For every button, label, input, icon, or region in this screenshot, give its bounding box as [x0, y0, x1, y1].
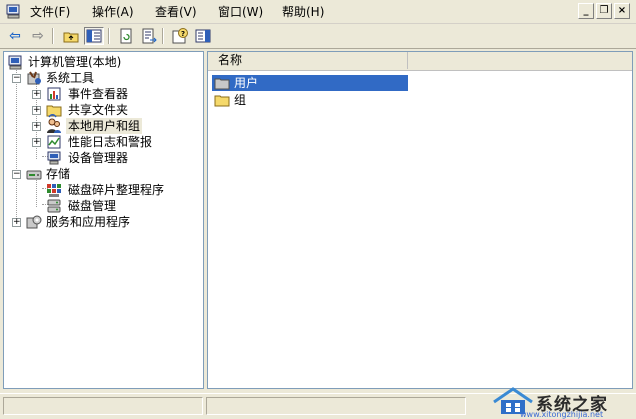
users-icon	[47, 118, 61, 133]
tree-label: 事件查看器	[68, 87, 129, 101]
tree-label: 共享文件夹	[68, 103, 129, 117]
restore-button[interactable]: ❐	[596, 3, 612, 19]
disk-defragmenter-icon	[47, 184, 61, 197]
help-icon: ?	[172, 28, 188, 44]
show-hide-action-pane-icon	[195, 29, 211, 43]
menu-file[interactable]: 文件(F)	[30, 4, 70, 20]
menu-action[interactable]: 操作(A)	[92, 4, 134, 20]
export-list-icon	[142, 28, 157, 44]
disk-management-icon	[47, 199, 61, 213]
storage-icon	[26, 170, 42, 180]
minimize-button[interactable]: _	[578, 3, 594, 19]
column-header-bar: 名称	[208, 52, 632, 71]
toolbar: ⇦ ⇨ ?	[0, 24, 636, 49]
computer-icon	[8, 55, 22, 70]
up-one-level-button[interactable]	[61, 27, 81, 45]
list-item-label: 组	[234, 93, 247, 107]
show-hide-tree-icon	[86, 29, 102, 43]
list-item-users[interactable]: 用户	[212, 75, 408, 91]
forward-arrow-icon: ⇨	[32, 28, 44, 44]
expand-icon[interactable]: +	[32, 90, 41, 99]
expand-icon[interactable]: +	[32, 138, 41, 147]
menu-help[interactable]: 帮助(H)	[282, 4, 324, 20]
computer-management-icon	[6, 4, 20, 19]
folder-icon	[214, 78, 230, 90]
tree-connector	[36, 180, 37, 207]
help-button[interactable]: ?	[170, 27, 190, 45]
list-item-label: 用户	[232, 75, 261, 91]
system-tools-icon	[27, 71, 41, 85]
tree-label: 磁盘碎片整理程序	[68, 183, 165, 197]
status-cell	[3, 397, 203, 415]
expand-icon[interactable]: +	[32, 106, 41, 115]
collapse-icon[interactable]: −	[12, 74, 21, 83]
tree-label: 服务和应用程序	[46, 215, 131, 229]
details-pane: 名称 用户 组	[207, 51, 633, 389]
expand-icon[interactable]: +	[32, 122, 41, 131]
tree-label: 计算机管理(本地)	[28, 55, 122, 69]
refresh-icon	[120, 28, 132, 44]
tree-label: 本地用户和组	[66, 118, 143, 134]
event-viewer-icon	[47, 87, 61, 101]
tree-label: 磁盘管理	[68, 199, 117, 213]
tree-label: 存储	[46, 167, 71, 181]
services-applications-icon	[26, 215, 42, 229]
toolbar-separator	[162, 28, 164, 44]
show-hide-action-pane-button[interactable]	[193, 27, 213, 45]
toolbar-separator	[108, 28, 110, 44]
performance-logs-icon	[47, 135, 61, 149]
watermark: 系统之家 www.xitongzhijia.net	[472, 386, 632, 419]
svg-text:?: ?	[181, 30, 185, 38]
console-tree[interactable]: 计算机管理(本地) − 系统工具 + 事件查看器 + 共享文件夹 + 本地用户和…	[3, 51, 204, 389]
menu-view[interactable]: 查看(V)	[155, 4, 197, 20]
export-list-button[interactable]	[139, 27, 159, 45]
tree-label: 系统工具	[46, 71, 95, 85]
back-button[interactable]: ⇦	[5, 27, 25, 45]
collapse-icon[interactable]: −	[12, 170, 21, 179]
status-cell	[206, 397, 466, 415]
menu-bar: 文件(F) 操作(A) 查看(V) 窗口(W) 帮助(H) _ ❐ ×	[0, 0, 636, 24]
expand-icon[interactable]: +	[12, 218, 21, 227]
tree-label: 性能日志和警报	[68, 135, 153, 149]
column-header-name[interactable]: 名称	[208, 52, 408, 69]
tree-label: 设备管理器	[68, 151, 129, 165]
up-one-level-icon	[63, 32, 79, 43]
tree-connector	[16, 68, 17, 223]
refresh-button[interactable]	[116, 27, 136, 45]
shared-folder-icon	[46, 105, 62, 118]
folder-icon	[214, 95, 230, 107]
back-arrow-icon: ⇦	[9, 28, 21, 44]
forward-button[interactable]: ⇨	[28, 27, 48, 45]
close-button[interactable]: ×	[614, 3, 630, 19]
show-hide-tree-button[interactable]	[84, 27, 104, 45]
toolbar-separator	[52, 28, 54, 44]
menu-window[interactable]: 窗口(W)	[218, 4, 263, 20]
device-manager-icon	[47, 151, 61, 165]
